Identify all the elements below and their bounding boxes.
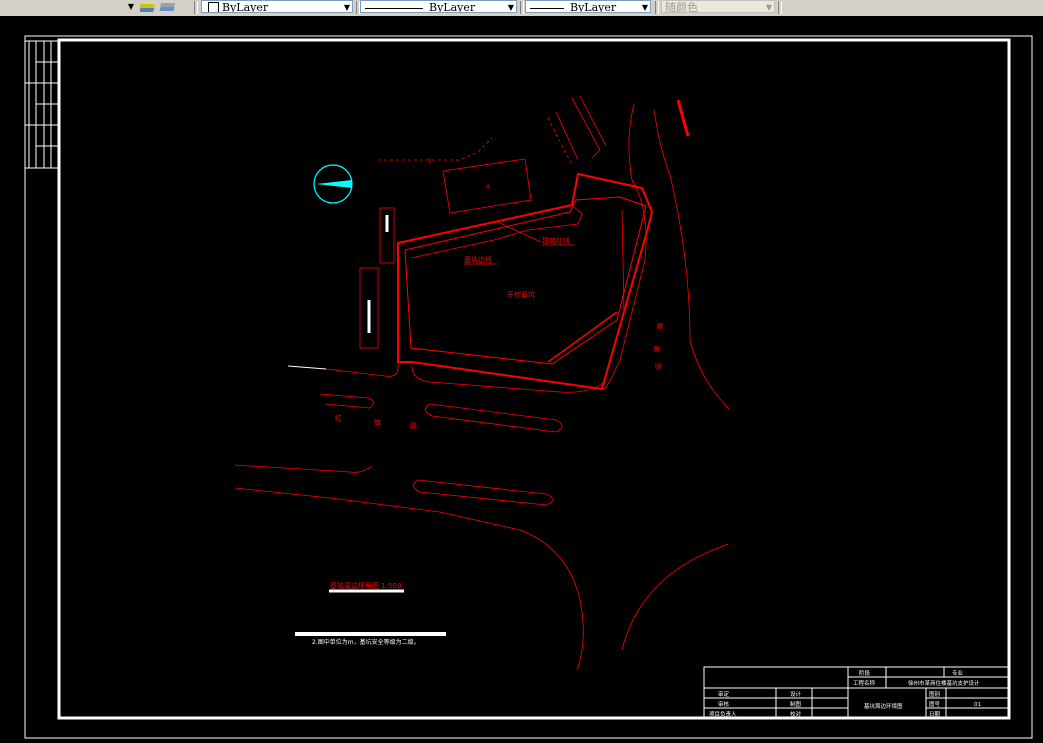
linetype-control[interactable]: ByLayer ▼ xyxy=(360,0,517,13)
svg-text:日期: 日期 xyxy=(929,711,941,718)
plot-style-control: 随颜色 ▼ xyxy=(661,0,775,13)
svg-text:设计: 设计 xyxy=(790,690,802,698)
svg-text:红: 红 xyxy=(335,413,342,422)
drawing-canvas[interactable]: 楼 建筑红线 基坑边线 开挖基坑 红 旗 路 建 设 路 基坑周边环境图 1:5… xyxy=(0,16,1043,743)
color-swatch-icon xyxy=(208,2,219,12)
east-road-label: 建 设 路 xyxy=(652,322,665,370)
svg-text:旗: 旗 xyxy=(374,418,381,427)
svg-text:项目负责人: 项目负责人 xyxy=(709,710,737,718)
layer-tools xyxy=(138,0,178,15)
chevron-down-icon: ▼ xyxy=(127,2,134,11)
svg-text:专业: 专业 xyxy=(952,669,964,677)
svg-text:基坑周边环境图: 基坑周边环境图 xyxy=(864,702,903,710)
drawing-title: 基坑周边环境图 1:500 xyxy=(330,581,401,590)
binding-grid xyxy=(25,40,59,169)
drawing-svg[interactable]: 楼 建筑红线 基坑边线 开挖基坑 红 旗 路 建 设 路 基坑周边环境图 1:5… xyxy=(0,16,1043,743)
excavation-boundary xyxy=(397,172,654,391)
layer-dropdown[interactable]: ▼ xyxy=(0,0,136,13)
chevron-down-icon: ▼ xyxy=(507,3,514,12)
chevron-down-icon: ▼ xyxy=(343,3,350,12)
svg-text:徐州市某商住楼基坑支护设计: 徐州市某商住楼基坑支护设计 xyxy=(908,679,980,687)
svg-text:路: 路 xyxy=(410,421,417,430)
layer-previous-icon[interactable] xyxy=(138,1,178,15)
lineweight-value: ByLayer xyxy=(570,1,617,13)
west-road-label: 红 旗 路 xyxy=(335,413,417,430)
svg-text:设: 设 xyxy=(653,362,663,370)
building-line-label: 建筑红线 xyxy=(542,236,570,245)
svg-text:阶段: 阶段 xyxy=(859,669,871,677)
title-block: 阶段 专业 工程名称 徐州市某商住楼基坑支护设计 审定 设计 图别 审核 制图 … xyxy=(703,666,1011,720)
plot-style-value: 随颜色 xyxy=(665,1,698,13)
building-label: 楼 xyxy=(486,183,490,189)
svg-text:路: 路 xyxy=(655,322,665,330)
existing-building: 楼 xyxy=(442,158,532,214)
linetype-value: ByLayer xyxy=(429,1,476,13)
svg-text:图别: 图别 xyxy=(929,690,940,698)
svg-text:工程名称: 工程名称 xyxy=(853,679,876,687)
svg-text:01: 01 xyxy=(974,702,981,708)
svg-text:制图: 制图 xyxy=(790,700,802,708)
chevron-down-icon: ▼ xyxy=(765,3,772,12)
lineweight-control[interactable]: ByLayer ▼ xyxy=(525,0,651,13)
outer-frame xyxy=(24,35,1033,739)
color-value: ByLayer xyxy=(222,1,269,13)
lineweight-sample-icon xyxy=(530,7,564,9)
svg-text:图号: 图号 xyxy=(929,700,941,708)
svg-text:校对: 校对 xyxy=(790,710,802,718)
svg-text:审核: 审核 xyxy=(718,700,730,708)
chevron-down-icon: ▼ xyxy=(641,3,648,12)
roads xyxy=(234,99,731,671)
site-boundary-top xyxy=(378,95,607,166)
west-structures xyxy=(359,207,395,349)
foundation-line-label: 基坑边线 xyxy=(464,255,492,264)
svg-text:审定: 审定 xyxy=(718,690,730,698)
excavation-area-label: 开挖基坑 xyxy=(507,290,535,299)
properties-toolbar: ▼ ByLayer ▼ ByLayer ▼ ByLayer ▼ 随颜色 ▼ xyxy=(0,0,1043,17)
color-control[interactable]: ByLayer ▼ xyxy=(201,0,353,13)
svg-text:建: 建 xyxy=(652,345,662,353)
drawing-note: 2.图中单位为m，基坑安全等级为二级。 xyxy=(312,638,420,646)
linetype-sample-icon xyxy=(365,7,423,9)
north-arrow-icon xyxy=(313,164,353,204)
